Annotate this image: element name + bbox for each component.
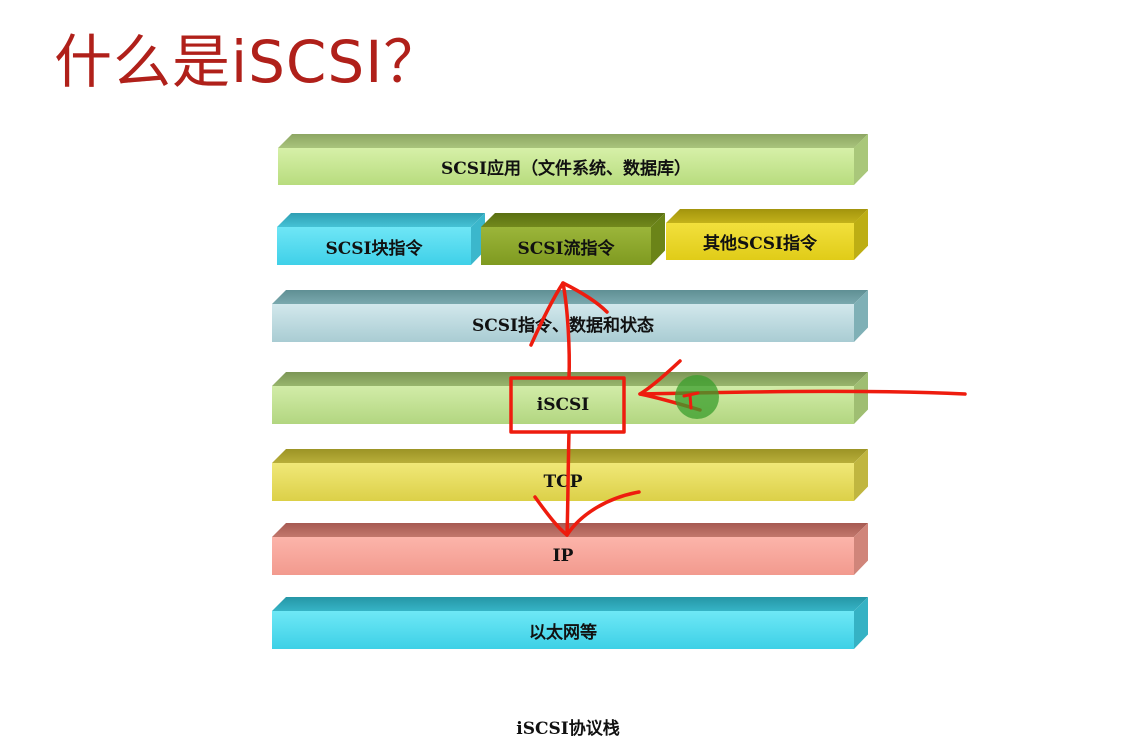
arrow-down-head xyxy=(533,490,641,537)
arrow-down-shaft xyxy=(565,430,571,537)
arrow-up-shaft xyxy=(561,281,571,380)
cursor-highlight xyxy=(675,375,719,419)
annotation-overlay xyxy=(509,281,967,537)
highlight-box xyxy=(509,376,626,434)
